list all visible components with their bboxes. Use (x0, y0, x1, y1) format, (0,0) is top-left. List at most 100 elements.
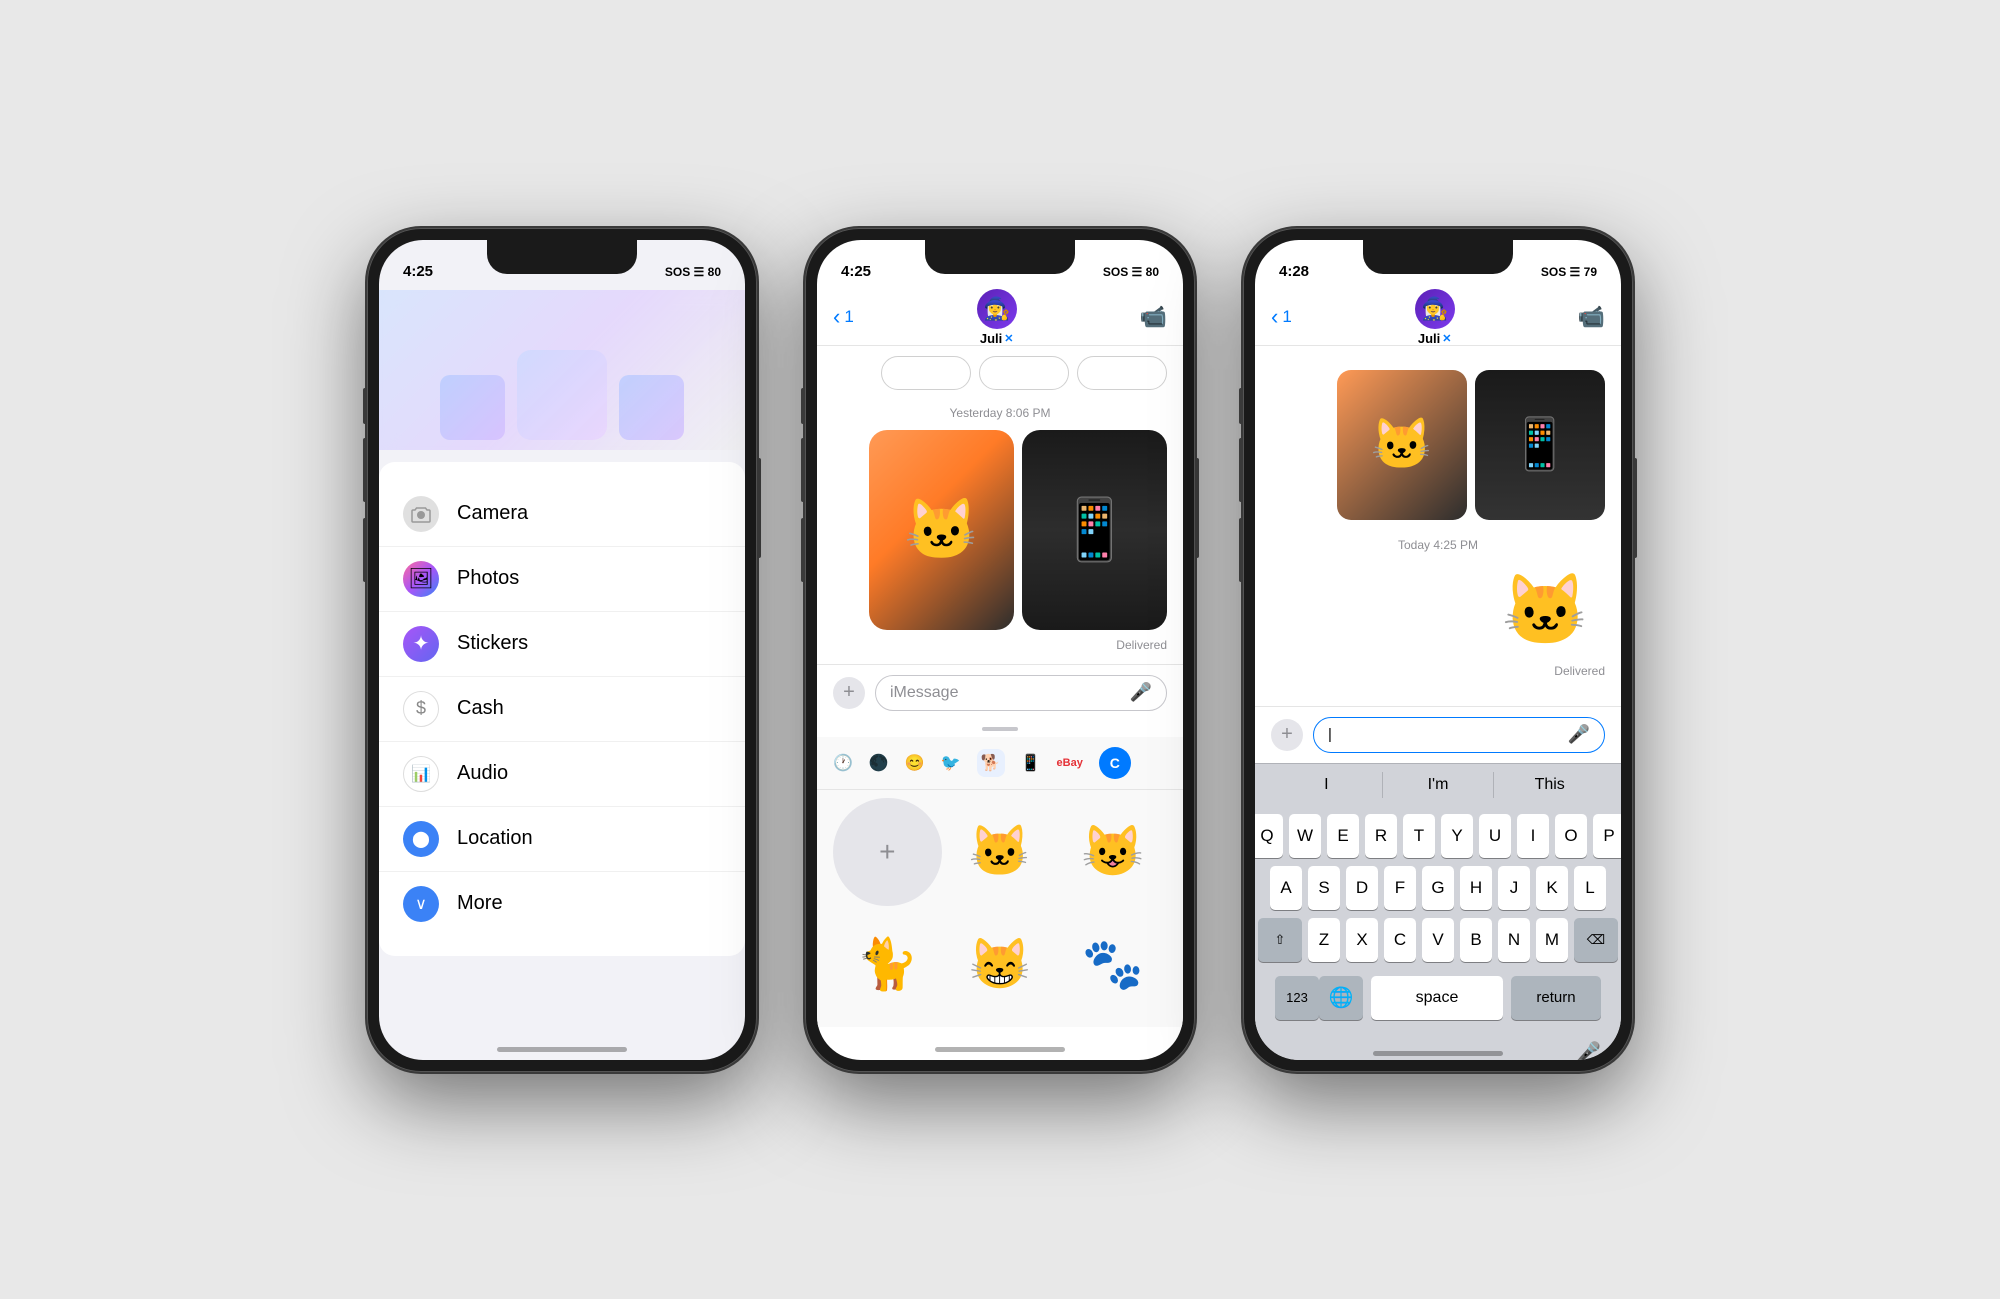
phone-2-screen: 4:25 SOS ☰ 80 ‹ 1 🧙‍♀️ Juli ✕ 📹 (817, 240, 1183, 1060)
home-indicator-3 (1373, 1051, 1503, 1056)
key-a[interactable]: A (1270, 866, 1302, 910)
key-g[interactable]: G (1422, 866, 1454, 910)
plus-button-2[interactable]: + (833, 677, 865, 709)
cat-sticker-3: 🐱 (1271, 570, 1605, 652)
blurred-thumb-1 (440, 375, 505, 440)
cat-photo-2: 📱 (1022, 430, 1167, 630)
contact-name-2: Juli ✕ (980, 331, 1014, 346)
app-icon-recent[interactable]: 🕐 (833, 753, 853, 773)
home-indicator-2 (935, 1047, 1065, 1052)
menu-item-camera[interactable]: Camera (379, 482, 745, 547)
key-r[interactable]: R (1365, 814, 1397, 858)
app-icon-emoji[interactable]: 😊 (905, 753, 925, 773)
back-button-3[interactable]: ‹ 1 (1271, 306, 1292, 328)
key-123[interactable]: 123 (1275, 976, 1319, 1020)
sticker-cat-1[interactable]: 🐱 (946, 798, 1055, 907)
key-x[interactable]: X (1346, 918, 1378, 962)
prediction-i[interactable]: I (1271, 772, 1383, 798)
key-shift[interactable]: ⇧ (1258, 918, 1302, 962)
key-f[interactable]: F (1384, 866, 1416, 910)
app-icon-phone[interactable]: 📱 (1021, 753, 1041, 773)
key-q[interactable]: Q (1255, 814, 1283, 858)
menu-item-stickers[interactable]: ✦ Stickers (379, 612, 745, 677)
key-b[interactable]: B (1460, 918, 1492, 962)
menu-label-camera: Camera (457, 502, 528, 525)
menu-label-more: More (457, 892, 503, 915)
contact-info-3[interactable]: 🧙‍♀️ Juli ✕ (1415, 289, 1455, 346)
message-input-3[interactable]: | 🎤 (1313, 717, 1605, 753)
sticker-cat-4[interactable]: 😸 (946, 910, 1055, 1019)
key-z[interactable]: Z (1308, 918, 1340, 962)
key-h[interactable]: H (1460, 866, 1492, 910)
chat-area-2: Yesterday 8:06 PM 🐱 📱 Delivered (817, 396, 1183, 664)
menu-item-location[interactable]: ⬤ Location (379, 807, 745, 872)
key-c[interactable]: C (1384, 918, 1416, 962)
photos-icon: 🖼 (403, 561, 439, 597)
menu-item-cash[interactable]: $ Cash (379, 677, 745, 742)
menu-label-audio: Audio (457, 762, 508, 785)
message-images-2: 🐱 📱 (833, 430, 1167, 630)
key-j[interactable]: J (1498, 866, 1530, 910)
key-o[interactable]: O (1555, 814, 1587, 858)
key-i[interactable]: I (1517, 814, 1549, 858)
key-d[interactable]: D (1346, 866, 1378, 910)
key-y[interactable]: Y (1441, 814, 1473, 858)
back-button-2[interactable]: ‹ 1 (833, 306, 854, 328)
plus-button-3[interactable]: + (1271, 719, 1303, 751)
menu-label-photos: Photos (457, 567, 519, 590)
key-row-3: ⇧ Z X C V B N M ⌫ (1259, 918, 1617, 962)
blurred-thumb-3 (619, 375, 684, 440)
menu-item-audio[interactable]: 📊 Audio (379, 742, 745, 807)
home-indicator-1 (497, 1047, 627, 1052)
app-icon-twitter[interactable]: 🐦 (941, 753, 961, 773)
menu-item-more[interactable]: ∨ More (379, 872, 745, 936)
scroll-handle-2 (982, 727, 1018, 731)
key-v[interactable]: V (1422, 918, 1454, 962)
key-p[interactable]: P (1593, 814, 1621, 858)
key-w[interactable]: W (1289, 814, 1321, 858)
app-icon-moon[interactable]: 🌑 (869, 753, 889, 773)
contact-avatar-2: 🧙‍♀️ (977, 289, 1017, 329)
key-u[interactable]: U (1479, 814, 1511, 858)
location-icon: ⬤ (403, 821, 439, 857)
cat-img-3-1: 🐱 (1337, 370, 1467, 520)
sticker-cat-3[interactable]: 🐈 (833, 910, 942, 1019)
gallery-blur (379, 290, 745, 450)
key-delete[interactable]: ⌫ (1574, 918, 1618, 962)
contact-info-2[interactable]: 🧙‍♀️ Juli ✕ (977, 289, 1017, 346)
menu-list: Camera 🖼 Photos ✦ Stickers $ (379, 462, 745, 956)
key-n[interactable]: N (1498, 918, 1530, 962)
prediction-im[interactable]: I'm (1383, 772, 1495, 798)
key-t[interactable]: T (1403, 814, 1435, 858)
sticker-grid-2: + 🐱 😺 🐈 😸 🐾 (817, 790, 1183, 1027)
prediction-this[interactable]: This (1494, 772, 1605, 798)
app-icon-ebay[interactable]: eBay (1057, 757, 1083, 769)
keyboard-mic-icon[interactable]: 🎤 (1576, 1040, 1601, 1060)
video-call-button-2[interactable]: 📹 (1140, 304, 1167, 330)
space-key[interactable]: space (1371, 976, 1503, 1020)
message-input-2[interactable]: iMessage 🎤 (875, 675, 1167, 711)
timestamp-yesterday: Yesterday 8:06 PM (833, 406, 1167, 420)
sticker-add-button[interactable]: + (833, 798, 942, 907)
key-m[interactable]: M (1536, 918, 1568, 962)
app-icon-c[interactable]: C (1099, 747, 1131, 779)
key-e[interactable]: E (1327, 814, 1359, 858)
upper-pills (817, 346, 1183, 396)
globe-key[interactable]: 🌐 (1319, 976, 1363, 1020)
key-k[interactable]: K (1536, 866, 1568, 910)
cash-icon: $ (403, 691, 439, 727)
return-key[interactable]: return (1511, 976, 1601, 1020)
status-time-3: 4:28 (1279, 263, 1309, 280)
app-icon-pet[interactable]: 🐕 (977, 749, 1005, 777)
key-row-1: Q W E R T Y U I O P (1259, 814, 1617, 858)
cat-img-3-2: 📱 (1475, 370, 1605, 520)
video-call-button-3[interactable]: 📹 (1578, 304, 1605, 330)
menu-label-cash: Cash (457, 697, 504, 720)
key-l[interactable]: L (1574, 866, 1606, 910)
message-input-bar-3: + | 🎤 (1255, 706, 1621, 763)
key-s[interactable]: S (1308, 866, 1340, 910)
menu-item-photos[interactable]: 🖼 Photos (379, 547, 745, 612)
sticker-cat-5[interactable]: 🐾 (1058, 910, 1167, 1019)
sticker-cat-2[interactable]: 😺 (1058, 798, 1167, 907)
phone-3: 4:28 SOS ☰ 79 ‹ 1 🧙‍♀️ Juli ✕ 📹 (1243, 228, 1633, 1072)
